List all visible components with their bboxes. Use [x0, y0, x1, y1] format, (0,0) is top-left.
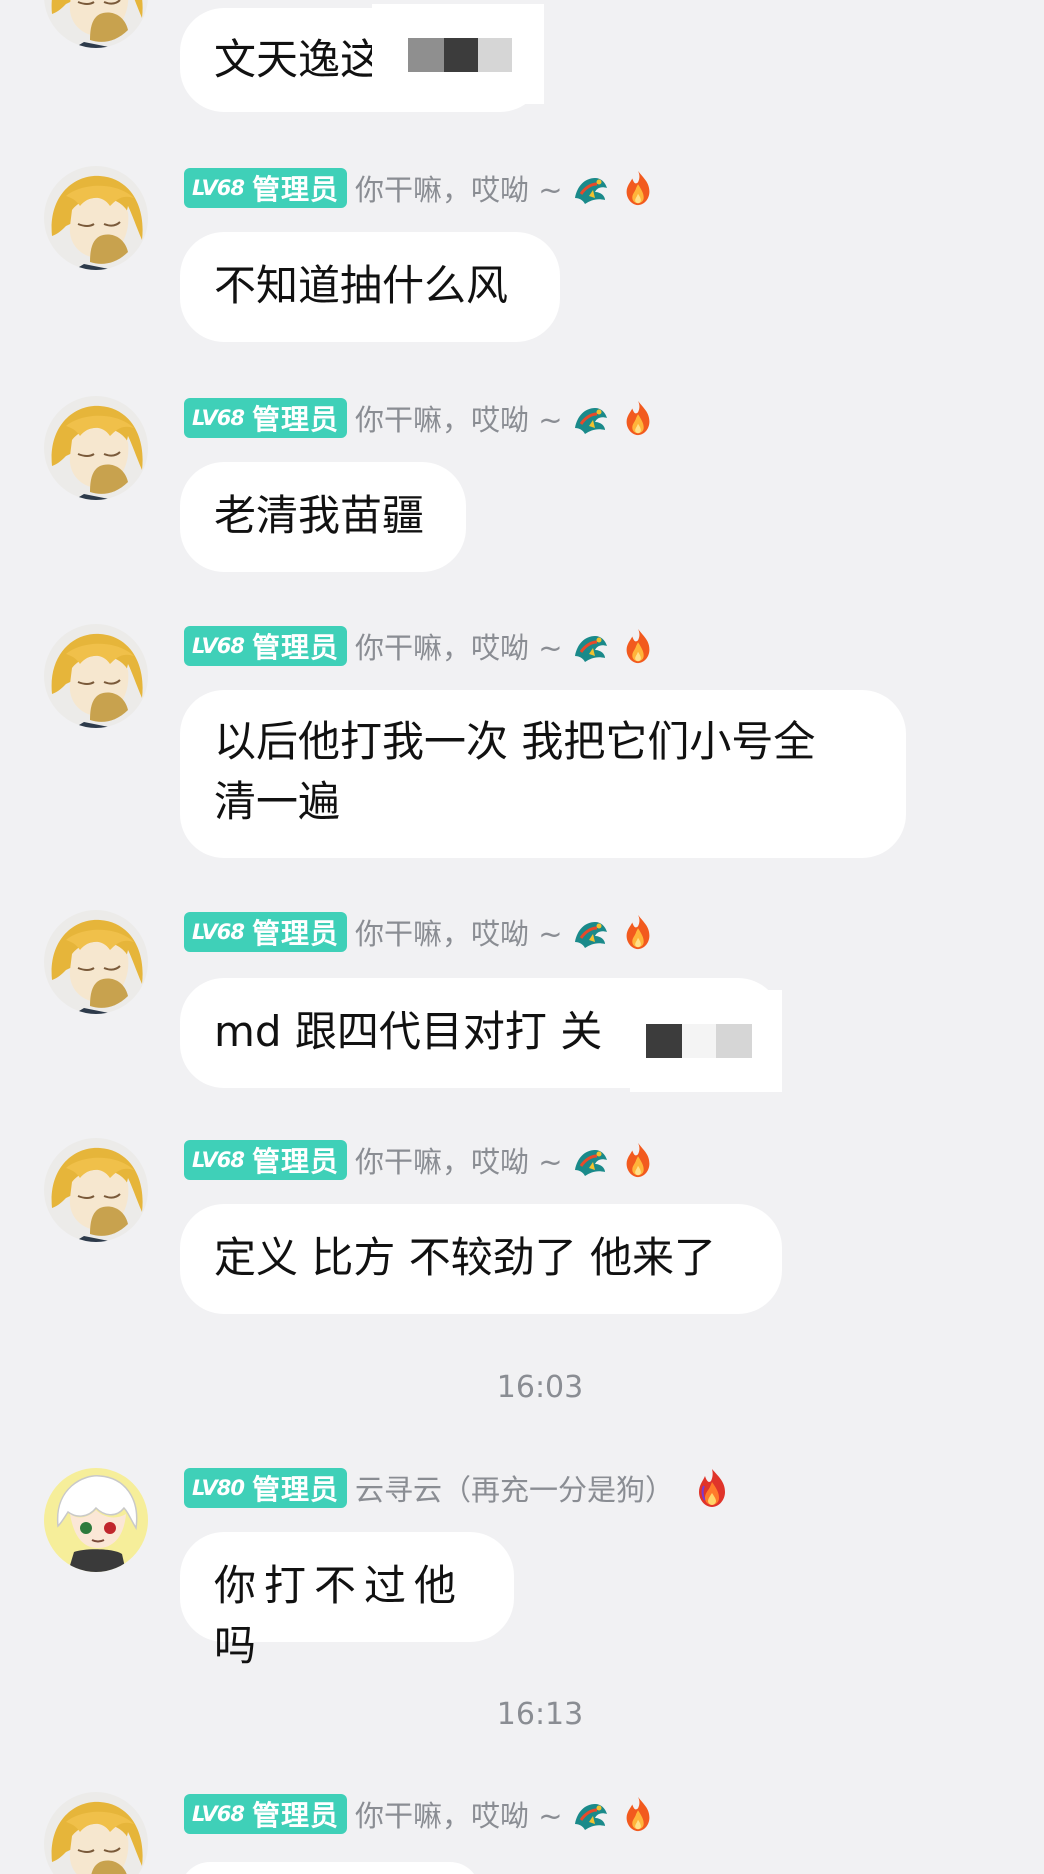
level-badge: LV68 管理员: [184, 1140, 347, 1180]
sender-nickname[interactable]: 你干嘛，哎呦 ~: [355, 911, 563, 953]
blonde-anime-avatar-icon: [44, 166, 148, 270]
role-label: 管理员: [251, 1799, 339, 1832]
fire-icon: [619, 1140, 657, 1180]
blonde-anime-avatar-icon: [44, 624, 148, 728]
blonde-anime-avatar-icon: [44, 1792, 148, 1874]
message-header: LV68 管理员 你干嘛，哎呦 ~: [184, 1792, 657, 1836]
level-label: LV80: [192, 1476, 245, 1500]
dragon-badge-icon: [571, 168, 611, 208]
level-badge: LV68 管理员: [184, 626, 347, 666]
message-bubble[interactable]: [180, 1862, 480, 1874]
avatar[interactable]: [44, 1468, 148, 1572]
avatar[interactable]: [44, 1792, 148, 1874]
level-label: LV68: [192, 920, 245, 944]
message-bubble[interactable]: 老清我苗疆: [180, 462, 466, 572]
timestamp-divider: 16:03: [496, 1370, 584, 1405]
message-header: LV80 管理员 云寻云（再充一分是狗）: [184, 1466, 732, 1510]
message-text-line: 清一遍: [214, 777, 341, 826]
message-text: 不知道抽什么风: [214, 261, 509, 310]
level-label: LV68: [192, 634, 245, 658]
avatar[interactable]: [44, 624, 148, 728]
role-label: 管理员: [251, 403, 339, 436]
dragon-badge-icon: [571, 1794, 611, 1834]
fire-icon: [619, 912, 657, 952]
level-badge: LV68 管理员: [184, 1794, 347, 1834]
fire-icon: [619, 168, 657, 208]
role-label: 管理员: [251, 1145, 339, 1178]
message-text: 定义 比方 不较劲了 他来了: [214, 1233, 717, 1282]
message-text: 老清我苗疆: [214, 491, 425, 540]
level-badge: LV68 管理员: [184, 912, 347, 952]
sender-nickname[interactable]: 你干嘛，哎呦 ~: [355, 625, 563, 667]
level-label: LV68: [192, 1148, 245, 1172]
fire-icon: [619, 1794, 657, 1834]
redaction-mosaic: [630, 990, 782, 1092]
level-badge: LV68 管理员: [184, 398, 347, 438]
blonde-anime-avatar-icon: [44, 0, 148, 48]
sender-nickname[interactable]: 你干嘛，哎呦 ~: [355, 1793, 563, 1835]
message-header: LV68 管理员 你干嘛，哎呦 ~: [184, 1138, 657, 1182]
sender-nickname[interactable]: 你干嘛，哎呦 ~: [355, 1139, 563, 1181]
blonde-anime-avatar-icon: [44, 396, 148, 500]
role-label: 管理员: [251, 631, 339, 664]
avatar[interactable]: [44, 166, 148, 270]
timestamp-divider: 16:13: [496, 1697, 584, 1732]
flame-icon: [692, 1468, 732, 1508]
chat-view[interactable]: 文天逸这 LV68 管理员 你干嘛，哎呦 ~ 不知道抽什么风 LV68 管理员 …: [0, 0, 1044, 1874]
role-label: 管理员: [251, 917, 339, 950]
sender-nickname[interactable]: 云寻云（再充一分是狗）: [355, 1467, 674, 1509]
message-text: 你打不过他吗: [214, 1561, 465, 1670]
message-bubble[interactable]: 定义 比方 不较劲了 他来了: [180, 1204, 782, 1314]
avatar[interactable]: [44, 1138, 148, 1242]
white-hair-chibi-avatar-icon: [44, 1468, 148, 1572]
level-label: LV68: [192, 176, 245, 200]
message-header: LV68 管理员 你干嘛，哎呦 ~: [184, 396, 657, 440]
message-bubble[interactable]: 以后他打我一次 我把它们小号全 清一遍: [180, 690, 906, 858]
blonde-anime-avatar-icon: [44, 1138, 148, 1242]
dragon-badge-icon: [571, 1140, 611, 1180]
avatar[interactable]: [44, 396, 148, 500]
fire-icon: [619, 398, 657, 438]
role-label: 管理员: [251, 173, 339, 206]
dragon-badge-icon: [571, 398, 611, 438]
redaction-mosaic: [372, 4, 544, 104]
avatar[interactable]: [44, 910, 148, 1014]
message-header: LV68 管理员 你干嘛，哎呦 ~: [184, 624, 657, 668]
blonde-anime-avatar-icon: [44, 910, 148, 1014]
fire-icon: [619, 626, 657, 666]
message-header: LV68 管理员 你干嘛，哎呦 ~: [184, 910, 657, 954]
avatar[interactable]: [44, 0, 148, 48]
level-label: LV68: [192, 406, 245, 430]
message-bubble[interactable]: 不知道抽什么风: [180, 232, 560, 342]
role-label: 管理员: [251, 1473, 339, 1506]
dragon-badge-icon: [571, 626, 611, 666]
sender-nickname[interactable]: 你干嘛，哎呦 ~: [355, 167, 563, 209]
message-header: LV68 管理员 你干嘛，哎呦 ~: [184, 166, 657, 210]
dragon-badge-icon: [571, 912, 611, 952]
level-badge: LV68 管理员: [184, 168, 347, 208]
level-label: LV68: [192, 1802, 245, 1826]
message-text-line: 以后他打我一次 我把它们小号全: [214, 717, 816, 766]
sender-nickname[interactable]: 你干嘛，哎呦 ~: [355, 397, 563, 439]
message-bubble[interactable]: 你打不过他吗: [180, 1532, 514, 1670]
level-badge: LV80 管理员: [184, 1468, 347, 1508]
